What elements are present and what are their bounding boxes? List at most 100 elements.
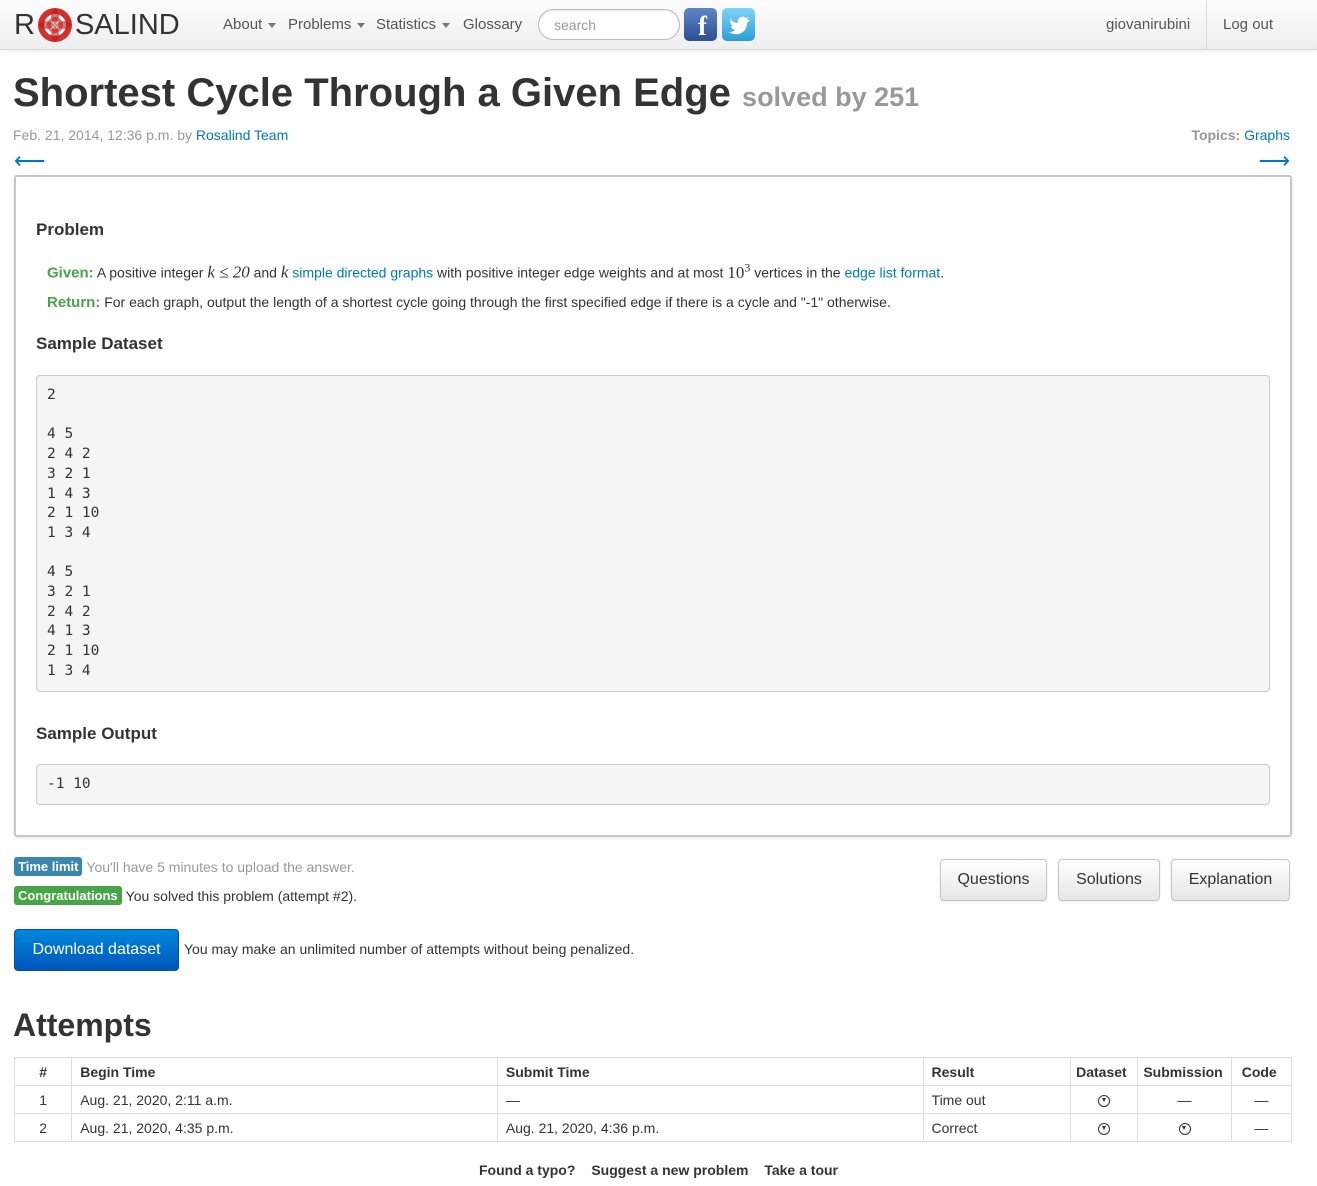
problem-meta: Feb. 21, 2014, 12:36 p.m. by Rosalind Te… [13,127,288,143]
nav-statistics-label: Statistics [376,16,437,33]
math-k-text: k [280,262,289,282]
col-dataset: Dataset [1070,1057,1139,1086]
topics: Topics: Graphs [1191,127,1290,143]
given-paragraph: Given: A positive integer k ≤ 20 and k s… [47,260,944,283]
footer-links: Found a typo? Suggest a new problem Take… [0,1162,1317,1178]
sample-output-block: -1 10 [36,764,1270,805]
sample-dataset-heading: Sample Dataset [36,334,163,353]
attempt-number: 2 [13,1113,73,1142]
given-label: Given: [47,264,94,282]
given-text-5: . [940,264,945,281]
explanation-button[interactable]: Explanation [1171,859,1290,901]
download-icon[interactable] [1178,1122,1191,1135]
topic-graphs-link[interactable]: Graphs [1244,127,1290,143]
attempt-result: Correct [922,1113,1072,1142]
attempt-submit-time: — [496,1085,924,1114]
nav-divider [1206,0,1207,50]
solutions-button[interactable]: Solutions [1058,859,1160,901]
search-input[interactable] [538,9,680,40]
rosalind-rose-icon [37,8,72,42]
nav-statistics-dropdown[interactable]: Statistics [376,16,451,33]
caret-down-icon [357,23,366,28]
caret-down-icon [442,23,451,28]
attempt-begin-time: Aug. 21, 2020, 4:35 p.m. [71,1113,498,1142]
found-typo-label: Found a typo? [478,1162,576,1178]
caret-down-icon [268,23,277,28]
nav-about-dropdown[interactable]: About [223,16,277,33]
submission-download-cell [1137,1113,1232,1142]
suggest-problem-link[interactable]: Suggest a new problem [585,1162,754,1178]
next-problem-arrow-icon[interactable]: ⟶ [1258,148,1290,174]
facebook-f: f [698,11,707,41]
table-row: 2 Aug. 21, 2020, 4:35 p.m. Aug. 21, 2020… [13,1113,1293,1142]
suggest-problem-label: Suggest a new problem [591,1162,749,1178]
nav-about-label: About [223,16,263,33]
attempt-submit-time: Aug. 21, 2020, 4:36 p.m. [496,1113,924,1142]
attempt-submission: — [1137,1085,1232,1114]
facebook-icon[interactable]: f [684,8,717,41]
dataset-download-cell [1070,1113,1139,1142]
simple-directed-graphs-link[interactable]: simple directed graphs [292,265,433,281]
attempt-code: — [1230,1085,1293,1114]
attempts-table: # Begin Time Submit Time Result Dataset … [13,1057,1293,1142]
col-submit-time: Submit Time [496,1057,924,1086]
congrats-text: You solved this problem (attempt #2). [125,887,358,904]
given-text-4: vertices in the [754,264,841,281]
math-base: 10 [727,262,745,282]
time-limit-line: Time limit You'll have 5 minutes to uplo… [14,857,355,876]
math-k-le-20-text: k ≤ 20 [207,262,250,282]
col-result: Result [922,1057,1072,1086]
attempt-number: 1 [13,1085,73,1114]
nav-glossary[interactable]: Glossary [463,16,522,33]
edge-list-format-link[interactable]: edge list format [844,265,940,281]
col-number: # [13,1057,73,1086]
nav-problems-dropdown[interactable]: Problems [288,16,366,33]
given-text-2: and [253,264,277,281]
table-row: 1 Aug. 21, 2020, 2:11 a.m. — Time out — … [13,1085,1293,1114]
solved-by-count: solved by 251 [742,82,920,112]
congrats-line: Congratulations You solved this problem … [14,886,357,905]
take-tour-link[interactable]: Take a tour [758,1162,844,1178]
rosalind-logo[interactable]: R SALIND [14,5,180,45]
download-icon[interactable] [1098,1094,1111,1107]
found-typo-link[interactable]: Found a typo? [473,1162,581,1178]
attempts-heading: Attempts [13,1007,152,1043]
problem-heading: Problem [36,220,105,239]
return-label: Return: [47,294,101,311]
unlimited-attempts-text: You may make an unlimited number of atte… [184,941,635,957]
sample-output-heading: Sample Output [36,724,157,743]
col-submission: Submission [1137,1057,1232,1086]
attempts-header-row: # Begin Time Submit Time Result Dataset … [13,1057,1293,1086]
download-dataset-button[interactable]: Download dataset [14,929,179,971]
given-text-1: A positive integer [96,264,204,281]
attempt-begin-time: Aug. 21, 2020, 2:11 a.m. [71,1085,498,1114]
username-link[interactable]: giovanirubini [1106,16,1190,33]
sample-dataset-block: 2 4 5 2 4 2 3 2 1 1 4 3 2 1 10 1 3 4 4 5… [36,375,1270,692]
col-code: Code [1230,1057,1293,1086]
download-icon[interactable] [1098,1122,1111,1135]
attempt-result: Time out [922,1085,1072,1114]
author-link[interactable]: Rosalind Team [196,127,288,143]
time-limit-badge: Time limit [14,857,83,876]
math-exp: 3 [744,260,751,274]
logout-link[interactable]: Log out [1223,16,1273,33]
nav-problems-label: Problems [288,16,352,33]
nav-glossary-label: Glossary [463,16,523,33]
problem-date: Feb. 21, 2014, 12:36 p.m. by [13,127,193,143]
attempt-code: — [1230,1113,1293,1142]
return-paragraph: Return: For each graph, output the lengt… [47,294,891,311]
questions-button[interactable]: Questions [940,859,1047,901]
prev-problem-arrow-icon[interactable]: ⟵ [14,148,46,174]
take-tour-label: Take a tour [764,1162,838,1178]
math-k: k [281,263,289,282]
given-text-3: with positive integer edge weights and a… [437,264,724,281]
twitter-bird-icon [728,16,750,34]
math-k-le-20: k ≤ 20 [207,263,249,282]
twitter-icon[interactable] [722,8,755,41]
col-begin-time: Begin Time [71,1057,498,1086]
time-limit-text: You'll have 5 minutes to upload the answ… [86,858,355,875]
return-text: For each graph, output the length of a s… [104,294,891,310]
congratulations-badge: Congratulations [14,886,122,905]
math-10-cubed: 103 [727,260,751,282]
brand-salind: SALIND [74,8,180,41]
